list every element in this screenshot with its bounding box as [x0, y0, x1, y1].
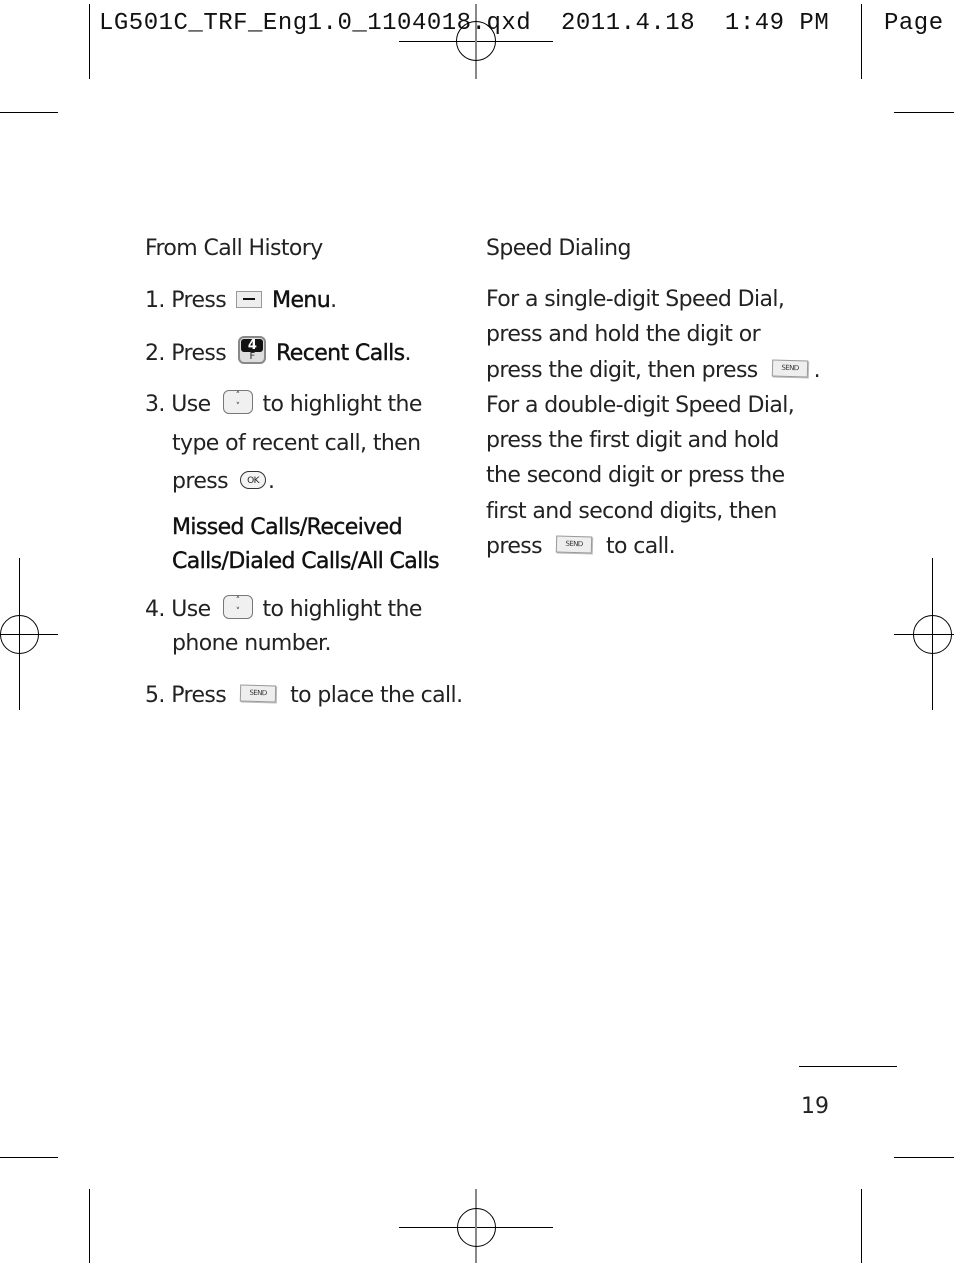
- paragraph-line: the second digit or press the: [486, 463, 785, 488]
- crop-mark: [0, 112, 58, 113]
- step-1: 1. Press Menu.: [145, 288, 337, 313]
- slug-time: 1:49 PM: [724, 10, 830, 37]
- paragraph-line: press and hold the digit or: [486, 322, 761, 347]
- registration-circle: [913, 615, 952, 654]
- crop-mark: [89, 4, 90, 79]
- send-key-icon: SEND: [555, 535, 593, 553]
- crop-mark: [89, 1189, 90, 1263]
- step-3: 3. Use ˄ ˅ to highlight the: [145, 390, 422, 417]
- crop-mark: [894, 1157, 954, 1158]
- call-type-options-line-2: Calls/Dialed Calls/All Calls: [172, 549, 440, 574]
- registration-circle: [456, 21, 496, 61]
- section-heading-call-history: From Call History: [145, 236, 323, 261]
- paragraph-line: For a single-digit Speed Dial,: [486, 287, 785, 312]
- footer-rule: [799, 1066, 897, 1067]
- paragraph-line: press the first digit and hold: [486, 428, 779, 453]
- step-4: 4. Use ˄ ˅ to highlight the: [145, 595, 422, 622]
- paragraph-line: For a double-digit Speed Dial,: [486, 393, 795, 418]
- slug-date: 2011.4.18: [560, 10, 696, 37]
- crop-mark: [0, 1157, 58, 1158]
- registration-circle: [457, 1208, 496, 1247]
- paragraph-line: press SEND to call.: [486, 534, 676, 559]
- menu-soft-key-icon: [236, 290, 263, 308]
- ok-key-icon: OK: [240, 471, 266, 489]
- step-4-line-2: phone number.: [172, 631, 331, 656]
- crop-mark: [861, 1189, 862, 1263]
- registration-circle: [0, 615, 39, 654]
- paragraph-line: press the digit, then press SEND.: [486, 358, 821, 383]
- section-heading-speed-dialing: Speed Dialing: [486, 236, 631, 261]
- send-key-icon: SEND: [239, 684, 277, 702]
- navigation-key-icon: ˄ ˅: [222, 390, 253, 414]
- step-3-line-3: press OK.: [172, 469, 275, 494]
- paragraph-line: first and second digits, then: [486, 499, 777, 524]
- send-key-icon: SEND: [771, 359, 808, 377]
- crop-mark: [861, 4, 862, 79]
- navigation-key-icon: ˄ ˅: [222, 595, 253, 619]
- slug-page-label: Page: [884, 10, 944, 37]
- call-type-options-line-1: Missed Calls/Received: [172, 515, 403, 540]
- step-2: 2. Press 4 F Recent Calls.: [145, 336, 412, 366]
- step-5: 5. Press SEND to place the call.: [145, 683, 463, 708]
- key-4-icon: 4F: [238, 336, 267, 364]
- crop-mark: [894, 112, 954, 113]
- page-number: 19: [801, 1094, 829, 1119]
- step-3-line-2: type of recent call, then: [172, 431, 421, 456]
